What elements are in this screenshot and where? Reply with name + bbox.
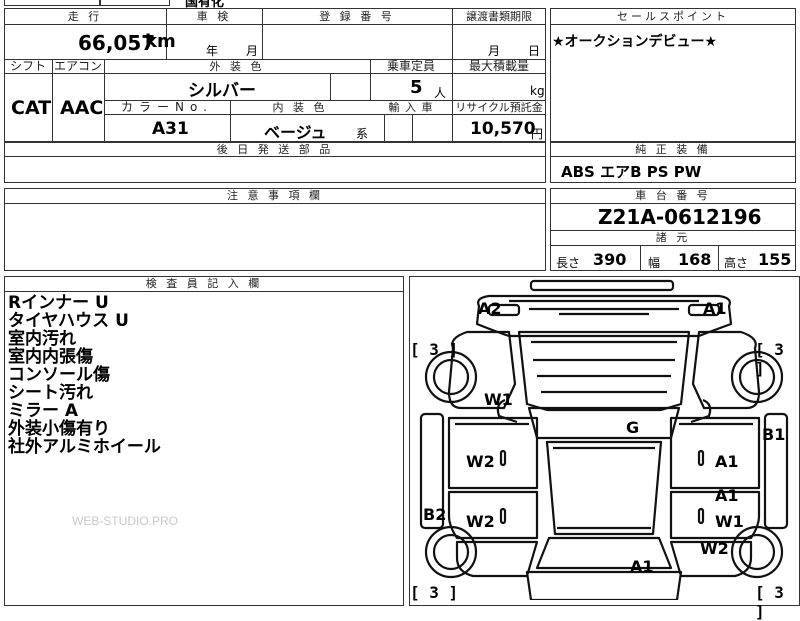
- sales-point-text: ★オークションデビュー★: [552, 34, 718, 50]
- mileage-value: 66,057: [78, 31, 156, 55]
- mileage-unit: km: [145, 31, 176, 52]
- later-parts-label: 後 日 発 送 部 品: [216, 143, 334, 156]
- inspector-label: 検 査 員 記 入 欄: [145, 277, 263, 290]
- damage-label: B1: [762, 425, 786, 444]
- damage-label: W2: [700, 539, 729, 558]
- damage-label: A2: [478, 299, 502, 318]
- damage-label: G: [626, 418, 640, 437]
- tire-tread-rear-right: [ 3 ]: [755, 583, 784, 621]
- tire-tread-front-right: [ 3 ]: [755, 340, 784, 378]
- shift-value: CAT: [11, 97, 52, 119]
- ac-label: エアコン: [53, 59, 102, 73]
- recycle-label: リサイクル預託金: [455, 101, 543, 114]
- notes-label: 注 意 事 項 欄: [227, 189, 323, 202]
- damage-label: B2: [423, 505, 447, 524]
- recycle-fee-value: 10,570: [470, 119, 536, 139]
- car-diagram: [419, 279, 789, 600]
- tire-tread-front-left: [ 3 ]: [410, 340, 459, 359]
- inspector-note: Rインナー U: [8, 293, 109, 313]
- inspector-note: 社外アルミホイール: [8, 437, 161, 457]
- capacity-label: 乗車定員: [386, 59, 435, 73]
- trunk: [525, 570, 683, 600]
- inspection-label: 車 検: [196, 10, 232, 23]
- shift-label: シフト: [9, 59, 46, 73]
- damage-label: W1: [484, 390, 513, 409]
- exterior-color-value: シルバー: [188, 81, 256, 101]
- inspection-month-unit: 月: [246, 44, 259, 58]
- damage-label: A1: [630, 557, 654, 576]
- inspector-note: ミラー A: [8, 401, 79, 421]
- hood: [517, 330, 691, 412]
- capacity-value: 5: [410, 77, 423, 98]
- inspector-note: 外装小傷有り: [8, 419, 110, 439]
- max-load-unit: kg: [530, 84, 545, 98]
- ac-value: AAC: [60, 97, 104, 119]
- width-label: 幅: [648, 256, 661, 270]
- height-label: 高さ: [724, 256, 749, 270]
- damage-label: A1: [715, 486, 739, 505]
- top-fragment-row: [4, 0, 100, 6]
- recycle-unit: 円: [531, 127, 544, 141]
- interior-color-label: 内 装 色: [272, 101, 328, 114]
- watermark: WEB-STUDIO.PRO: [72, 514, 179, 528]
- tire-tread-rear-left: [ 3 ]: [410, 583, 459, 602]
- sales-point-label: セールスポイント: [617, 10, 729, 23]
- transfer-docs-label: 譲渡書類期限: [466, 10, 532, 23]
- specs-label: 諸 元: [655, 231, 691, 244]
- import-label: 輸 入 車: [388, 101, 434, 114]
- inspector-note: 室内内張傷: [8, 347, 93, 367]
- capacity-unit: 人: [434, 86, 447, 100]
- interior-suffix: 系: [356, 127, 369, 141]
- inspector-note: タイヤハウス U: [8, 311, 129, 331]
- color-no-value: A31: [152, 119, 189, 139]
- height-value: 155: [758, 250, 792, 269]
- front-fender-right: [691, 330, 761, 410]
- front-bumper: [529, 279, 675, 292]
- chassis-number: Z21A-0612196: [598, 205, 762, 229]
- inspection-year-unit: 年: [206, 44, 219, 58]
- length-value: 390: [593, 250, 627, 269]
- color-no-label: カラーNo.: [121, 100, 213, 114]
- top-fragment-cell: [100, 0, 170, 6]
- damage-label: W2: [466, 512, 495, 531]
- damage-label: A1: [715, 452, 739, 471]
- inspector-note: シート汚れ: [8, 383, 93, 403]
- width-value: 168: [678, 250, 712, 269]
- genuine-equipment-label: 純 正 装 備: [635, 143, 711, 156]
- rear-quarter-left: [455, 540, 539, 578]
- damage-label: W1: [715, 512, 744, 531]
- sales-point-box: [550, 8, 796, 142]
- roof: [545, 440, 663, 536]
- genuine-equipment-value: ABS エアB PS PW: [561, 163, 702, 181]
- registration-label: 登 録 番 号: [319, 10, 395, 23]
- interior-color-value: ベージュ: [264, 123, 327, 142]
- damage-label: W2: [466, 452, 495, 471]
- chassis-label: 車 台 番 号: [635, 189, 711, 202]
- max-load-label: 最大積載量: [468, 59, 529, 73]
- length-label: 長さ: [556, 256, 581, 270]
- windshield: [527, 406, 681, 440]
- damage-label: A1: [703, 299, 727, 318]
- transfer-month-unit: 月: [488, 44, 501, 58]
- inspector-note: コンソール傷: [8, 365, 110, 385]
- exterior-color-label: 外 装 色: [209, 60, 265, 73]
- mileage-label: 走 行: [67, 10, 103, 23]
- inspector-note: 室内汚れ: [8, 329, 76, 349]
- transfer-day-unit: 日: [528, 44, 541, 58]
